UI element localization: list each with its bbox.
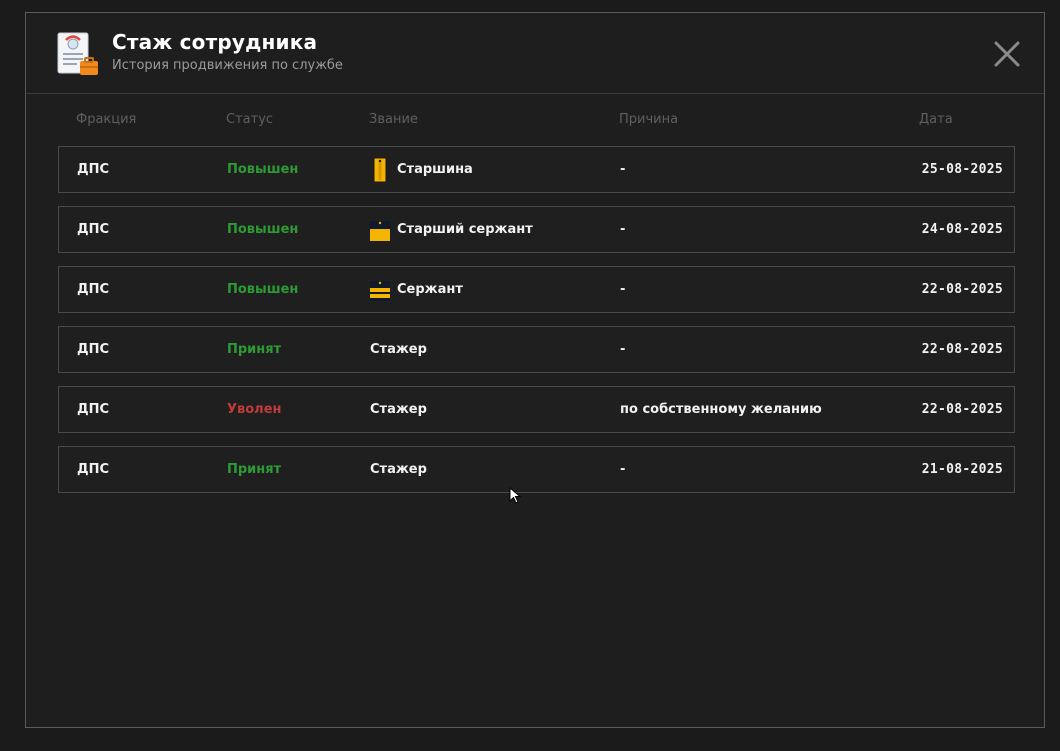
faction-cell: ДПС xyxy=(77,162,109,177)
faction-cell: ДПС xyxy=(77,222,109,237)
faction-cell: ДПС xyxy=(77,282,109,297)
modal-header: Стаж сотрудника История продвижения по с… xyxy=(26,13,1044,94)
faction-cell: ДПС xyxy=(77,402,109,417)
status-cell: Уволен xyxy=(227,402,282,417)
table-row: ДПС Повышен Старшина - 25-08-2025 xyxy=(58,146,1015,193)
rank-cell: Старшина xyxy=(397,162,473,177)
reason-cell: - xyxy=(620,222,626,237)
date-cell: 22-08-2025 xyxy=(921,342,1003,357)
starshina-insignia-icon xyxy=(373,158,387,182)
date-cell: 21-08-2025 xyxy=(921,462,1003,477)
column-header-status: Статус xyxy=(226,112,274,127)
rank-cell: Стажер xyxy=(370,402,427,417)
mouse-pointer-icon xyxy=(509,487,522,504)
reason-cell: - xyxy=(620,282,626,297)
status-cell: Повышен xyxy=(227,282,299,297)
faction-cell: ДПС xyxy=(77,462,109,477)
seniority-modal: Стаж сотрудника История продвижения по с… xyxy=(25,12,1045,728)
column-header-rank: Звание xyxy=(369,112,418,127)
date-cell: 22-08-2025 xyxy=(921,402,1003,417)
reason-cell: по собственному желанию xyxy=(620,402,822,417)
date-cell: 25-08-2025 xyxy=(921,162,1003,177)
column-header-reason: Причина xyxy=(619,112,679,127)
status-cell: Принят xyxy=(227,462,282,477)
column-header-faction: Фракция xyxy=(76,112,137,127)
table-row: ДПС Уволен Стажер по собственному желани… xyxy=(58,386,1015,433)
senior-sergeant-insignia-icon xyxy=(370,221,390,241)
modal-subtitle: История продвижения по службе xyxy=(112,58,343,73)
modal-title: Стаж сотрудника xyxy=(112,30,318,54)
table-row: ДПС Принят Стажер - 21-08-2025 xyxy=(58,446,1015,493)
status-cell: Принят xyxy=(227,342,282,357)
sergeant-insignia-icon xyxy=(370,281,390,301)
status-cell: Повышен xyxy=(227,162,299,177)
rank-cell: Старший сержант xyxy=(397,222,533,237)
employee-document-icon xyxy=(57,32,98,75)
table-row: ДПС Повышен Старший сержант - 24-08-2025 xyxy=(58,206,1015,253)
rank-cell: Сержант xyxy=(397,282,463,297)
table-row: ДПС Принят Стажер - 22-08-2025 xyxy=(58,326,1015,373)
date-cell: 22-08-2025 xyxy=(921,282,1003,297)
rank-cell: Стажер xyxy=(370,342,427,357)
column-header-date: Дата xyxy=(919,112,953,127)
reason-cell: - xyxy=(620,162,626,177)
table-row: ДПС Повышен Сержант - 22-08-2025 xyxy=(58,266,1015,313)
date-cell: 24-08-2025 xyxy=(921,222,1003,237)
faction-cell: ДПС xyxy=(77,342,109,357)
rank-cell: Стажер xyxy=(370,462,427,477)
reason-cell: - xyxy=(620,342,626,357)
close-icon[interactable] xyxy=(994,41,1020,67)
reason-cell: - xyxy=(620,462,626,477)
status-cell: Повышен xyxy=(227,222,299,237)
